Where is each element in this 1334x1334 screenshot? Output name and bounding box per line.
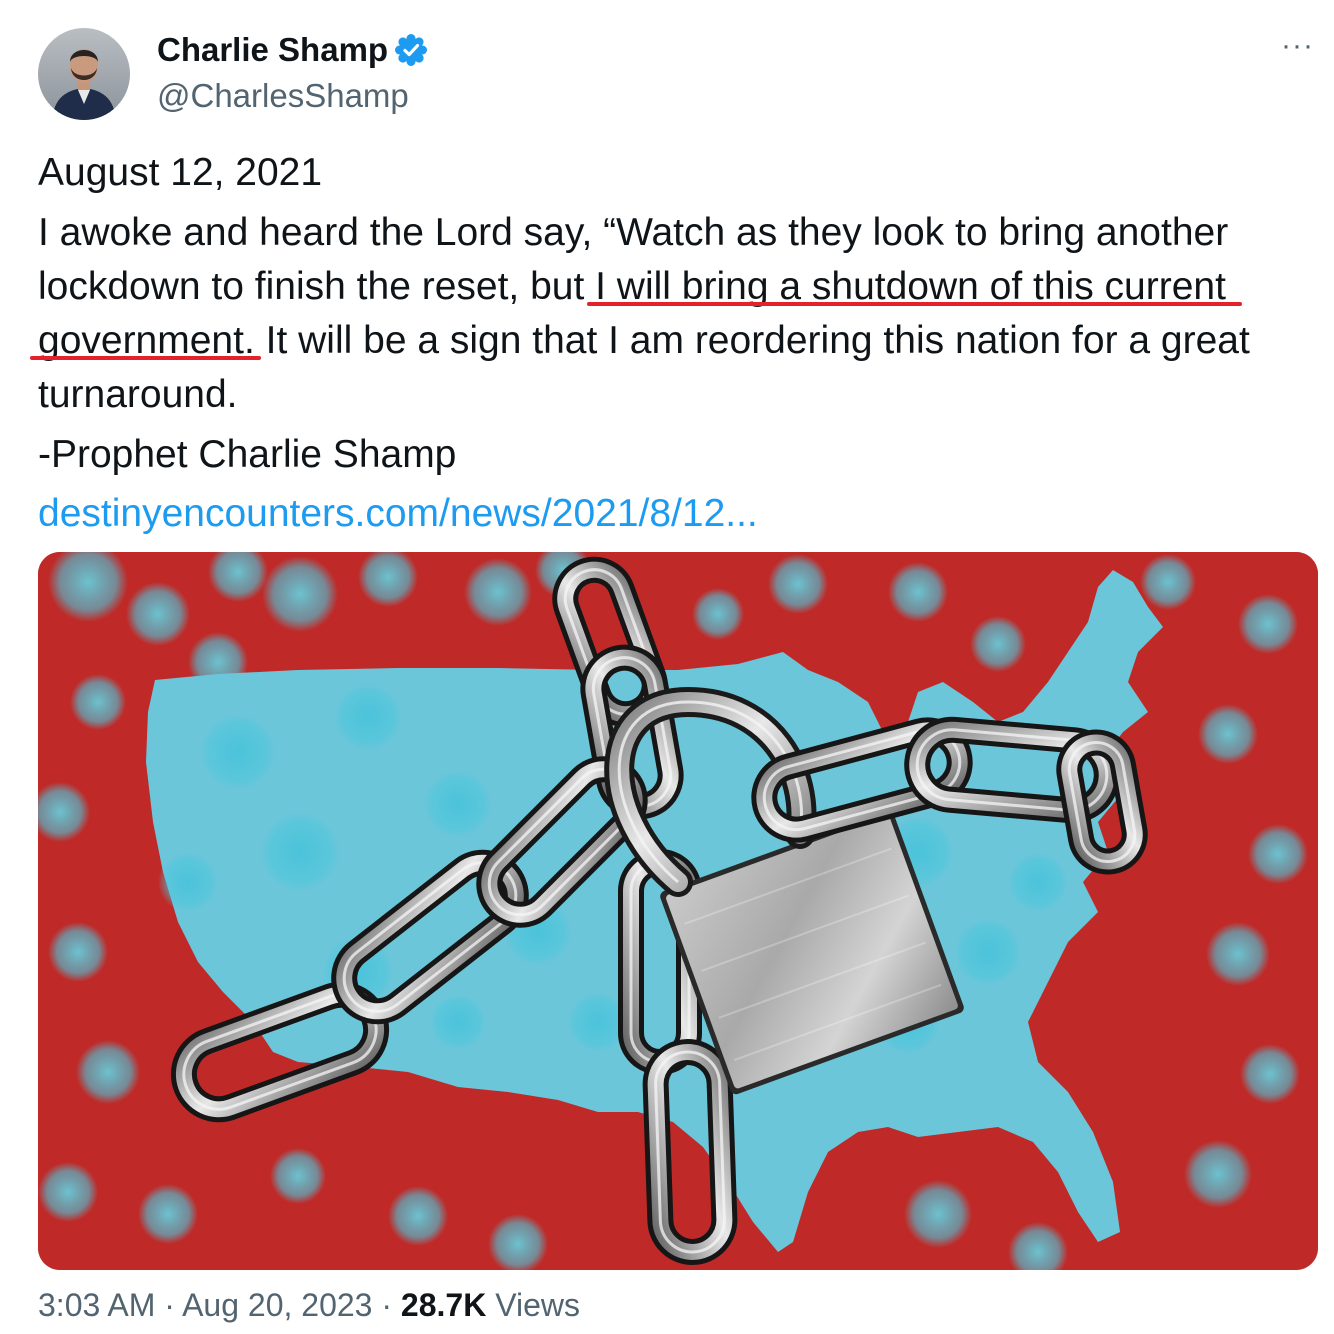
virus-particle: [158, 852, 218, 912]
virus-particle: [1008, 852, 1068, 912]
virus-particle: [888, 562, 948, 622]
highlighted-text: I will bring a shutdown of this current: [587, 260, 1242, 314]
meta-separator: ·: [155, 1287, 183, 1323]
virus-particle: [1206, 922, 1270, 986]
tweet-text-segment: lockdown to finish the reset, but: [38, 265, 596, 308]
tweet-text-segment: It will be a sign that I am reordering t…: [254, 319, 1250, 362]
virus-particle: [260, 812, 340, 892]
tweet-text-line: I awoke and heard the Lord say, “Watch a…: [38, 211, 1229, 254]
tweet-date-line: August 12, 2021: [38, 151, 323, 194]
meta-separator: ·: [372, 1287, 401, 1323]
virus-particle: [430, 994, 486, 1050]
tweet-signature: -Prophet Charlie Shamp: [38, 433, 457, 476]
avatar-image: [38, 28, 130, 120]
views-count: 28.7K: [400, 1287, 487, 1323]
virus-particle: [76, 1040, 140, 1104]
virus-particle: [424, 770, 492, 838]
virus-particle: [768, 554, 828, 614]
virus-particle: [692, 588, 744, 640]
tweet-text-line: turnaround.: [38, 373, 238, 416]
virus-particle: [1240, 1044, 1300, 1104]
author-name[interactable]: Charlie Shamp: [157, 30, 388, 70]
lockdown-illustration: [38, 552, 1318, 1270]
tweet-link[interactable]: destinyencounters.com/news/2021/8/12...: [38, 487, 758, 541]
virus-particle: [1248, 824, 1308, 884]
virus-particle: [1140, 554, 1196, 610]
tweet-date[interactable]: Aug 20, 2023: [182, 1287, 372, 1323]
views-label: Views: [486, 1287, 580, 1323]
virus-particle: [48, 922, 108, 982]
highlighted-text: government.: [30, 314, 261, 368]
tweet-image[interactable]: [38, 552, 1318, 1270]
virus-particle: [1198, 704, 1258, 764]
virus-particle: [388, 1186, 448, 1246]
virus-particle: [464, 558, 532, 626]
author-row: Charlie Shamp: [157, 30, 428, 70]
avatar[interactable]: [38, 28, 130, 120]
virus-particle: [70, 674, 126, 730]
virus-particle: [904, 1180, 972, 1248]
verified-badge-icon[interactable]: [394, 33, 428, 67]
virus-particle: [262, 556, 338, 632]
tweet-text-line: government. It will be a sign that I am …: [30, 314, 1250, 368]
virus-particle: [970, 616, 1026, 672]
author-handle[interactable]: @CharlesShamp: [157, 76, 409, 116]
tweet-text-line: lockdown to finish the reset, but I will…: [38, 260, 1242, 314]
virus-particle: [954, 918, 1022, 986]
tweet-time[interactable]: 3:03 AM: [38, 1287, 155, 1323]
more-options-icon[interactable]: ···: [1281, 26, 1314, 66]
virus-particle: [126, 582, 190, 646]
virus-particle: [1184, 1140, 1252, 1208]
virus-particle: [38, 1162, 98, 1222]
virus-particle: [270, 1148, 326, 1204]
virus-particle: [1238, 594, 1298, 654]
virus-particle: [200, 714, 276, 790]
virus-particle: [138, 1184, 198, 1244]
virus-particle: [334, 683, 402, 751]
tweet-meta: 3:03 AM · Aug 20, 2023 · 28.7K Views: [38, 1285, 580, 1325]
